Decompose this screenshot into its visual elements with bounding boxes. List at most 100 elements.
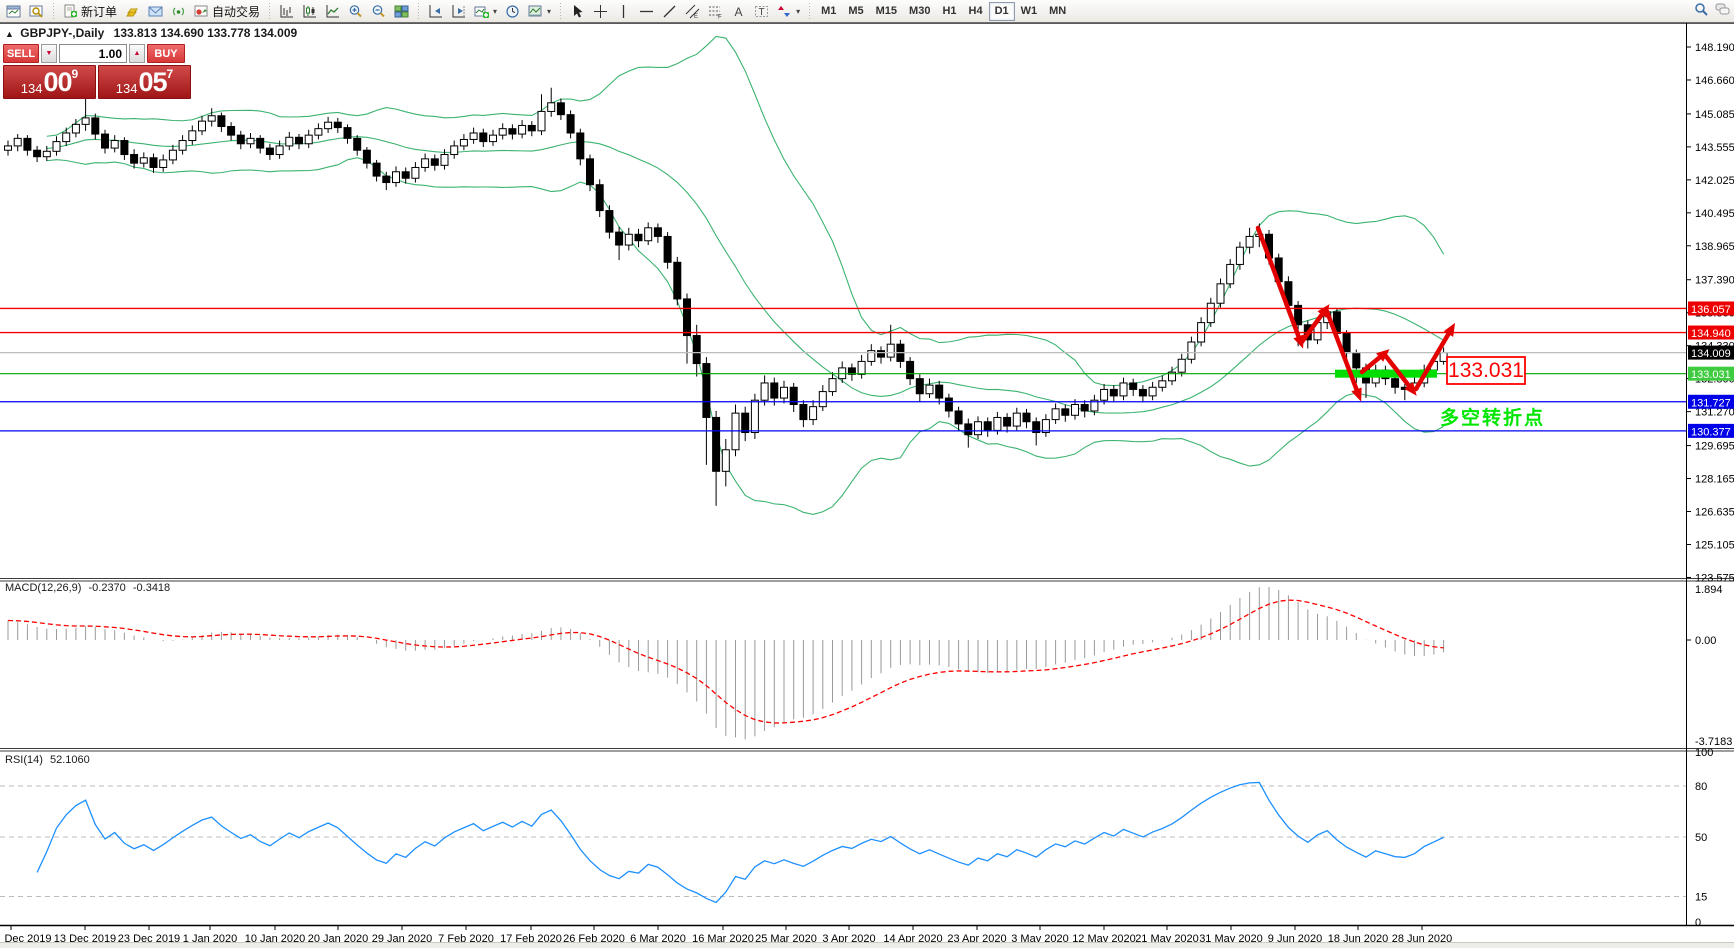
zoom-out-icon[interactable] <box>367 1 390 22</box>
svg-text:0: 0 <box>1695 917 1701 929</box>
mt4-window: 新订单 自动交易 ▾ ▾ E F A T ▾ M1 M5 <box>0 0 1734 948</box>
autotrading-button[interactable]: 自动交易 <box>190 1 264 22</box>
search-icon[interactable] <box>1694 2 1709 17</box>
chevron-down-icon: ▾ <box>796 7 800 16</box>
fibonacci-tool-icon[interactable]: F <box>704 1 727 22</box>
lot-increase-button[interactable]: ▲ <box>129 44 145 63</box>
lot-decrease-button[interactable]: ▼ <box>41 44 57 63</box>
toolbar-grip <box>267 3 272 19</box>
toolbar-grip <box>807 3 812 19</box>
svg-text:133.031: 133.031 <box>1691 369 1731 381</box>
channel-tool-icon[interactable]: E <box>681 1 704 22</box>
status-strip <box>0 942 1734 948</box>
svg-text:138.965: 138.965 <box>1695 241 1734 253</box>
tab-timeframe-m15[interactable]: M15 <box>870 2 903 21</box>
one-click-trading-panel: SELL ▼ ▲ BUY 134 00 9 134 05 7 <box>3 44 191 99</box>
new-chart-button[interactable]: ▾ <box>470 1 501 22</box>
tab-timeframe-mn[interactable]: MN <box>1043 2 1072 21</box>
profiles-button[interactable]: ▾ <box>524 1 555 22</box>
candlestick-type-icon[interactable] <box>298 1 321 22</box>
toolbar-grip <box>416 3 421 19</box>
rsi-pane-label: RSI(14) 52.1060 <box>5 754 90 766</box>
svg-text:129.695: 129.695 <box>1695 441 1734 453</box>
analyst-annotations: 133.031 多空转折点 <box>1258 228 1545 429</box>
autoscroll-icon[interactable] <box>424 1 447 22</box>
tab-timeframe-w1[interactable]: W1 <box>1015 2 1044 21</box>
svg-text:145.085: 145.085 <box>1695 109 1734 121</box>
gold-icon[interactable] <box>121 1 144 22</box>
autotrading-label: 自动交易 <box>212 3 260 20</box>
mail-icon[interactable] <box>144 1 167 22</box>
zoom-in-icon[interactable] <box>344 1 367 22</box>
tab-timeframe-m30[interactable]: M30 <box>903 2 936 21</box>
clock-icon[interactable] <box>501 1 524 22</box>
tab-timeframe-m5[interactable]: M5 <box>842 2 869 21</box>
svg-text:F: F <box>718 14 722 19</box>
line-chart-type-icon[interactable] <box>321 1 344 22</box>
new-order-button[interactable]: 新订单 <box>59 1 121 22</box>
sell-button[interactable]: SELL <box>3 44 39 63</box>
profile-window-icon[interactable] <box>25 1 48 22</box>
price-label-text: 133.031 <box>1448 359 1524 382</box>
svg-text:140.495: 140.495 <box>1695 208 1734 220</box>
svg-text:80: 80 <box>1695 781 1707 793</box>
buy-button[interactable]: BUY <box>147 44 185 63</box>
svg-text:A: A <box>735 5 743 19</box>
pane-frame <box>0 23 1734 926</box>
chart-ohlc-values: 133.813 134.690 133.778 134.009 <box>114 26 298 40</box>
toolbar-grip <box>558 3 563 19</box>
svg-text:1.894: 1.894 <box>1695 584 1723 596</box>
tab-timeframe-h1[interactable]: H1 <box>936 2 962 21</box>
signals-icon[interactable] <box>167 1 190 22</box>
chart-symbol-period: GBPJPY-,Daily <box>20 26 104 40</box>
sell-price-prefix: 134 <box>21 82 43 95</box>
main-toolbar: 新订单 自动交易 ▾ ▾ E F A T ▾ M1 M5 <box>0 0 1734 23</box>
chart-shift-icon[interactable] <box>447 1 470 22</box>
macd-pane-label: MACD(12,26,9) -0.2370 -0.3418 <box>5 582 170 594</box>
new-order-label: 新订单 <box>81 3 117 20</box>
svg-text:T: T <box>759 7 765 18</box>
candlesticks <box>5 88 1448 506</box>
rsi-pane <box>0 782 1686 902</box>
buy-price-prefix: 134 <box>116 82 138 95</box>
svg-text:134.940: 134.940 <box>1691 328 1731 340</box>
chat-icon[interactable] <box>1715 2 1730 17</box>
svg-text:15: 15 <box>1695 892 1707 904</box>
buy-price-big: 05 <box>138 69 166 96</box>
svg-text:125.105: 125.105 <box>1695 539 1734 551</box>
arrows-tool-button[interactable]: ▾ <box>773 1 804 22</box>
svg-text:137.390: 137.390 <box>1695 275 1734 287</box>
collapse-triangle-icon[interactable]: ▲ <box>5 29 14 39</box>
note-text: 多空转折点 <box>1440 406 1545 429</box>
svg-text:100: 100 <box>1695 747 1713 759</box>
svg-text:146.660: 146.660 <box>1695 75 1734 87</box>
chart-title: ▲ GBPJPY-,Daily 133.813 134.690 133.778 … <box>5 26 297 40</box>
horizontal-line-tool-icon[interactable] <box>635 1 658 22</box>
text-tool-icon[interactable]: A <box>727 1 750 22</box>
bar-chart-type-icon[interactable] <box>275 1 298 22</box>
cursor-tool-icon[interactable] <box>566 1 589 22</box>
buy-price-tile[interactable]: 134 05 7 <box>98 65 191 99</box>
tile-windows-icon[interactable] <box>390 1 413 22</box>
svg-text:131.727: 131.727 <box>1691 397 1731 409</box>
lot-size-input[interactable] <box>59 44 127 63</box>
svg-text:123.575: 123.575 <box>1695 572 1734 584</box>
svg-text:130.377: 130.377 <box>1691 426 1731 438</box>
tab-timeframe-d1[interactable]: D1 <box>989 2 1015 21</box>
chart-canvas[interactable]: 133.031多空转折点148.190146.660145.085143.555… <box>0 23 1734 948</box>
chevron-down-icon: ▾ <box>493 7 497 16</box>
sell-price-tile[interactable]: 134 00 9 <box>3 65 96 99</box>
tab-timeframe-h4[interactable]: H4 <box>963 2 989 21</box>
svg-text:142.025: 142.025 <box>1695 175 1734 187</box>
text-label-tool-icon[interactable]: T <box>750 1 773 22</box>
vertical-line-tool-icon[interactable] <box>612 1 635 22</box>
chart-window-icon[interactable] <box>2 1 25 22</box>
sell-price-big: 00 <box>43 69 71 96</box>
trendline-tool-icon[interactable] <box>658 1 681 22</box>
tab-timeframe-m1[interactable]: M1 <box>815 2 842 21</box>
svg-text:134.009: 134.009 <box>1691 348 1731 360</box>
crosshair-tool-icon[interactable] <box>589 1 612 22</box>
svg-text:126.635: 126.635 <box>1695 507 1734 519</box>
toolbar-grip <box>51 3 56 19</box>
svg-text:143.555: 143.555 <box>1695 142 1734 154</box>
